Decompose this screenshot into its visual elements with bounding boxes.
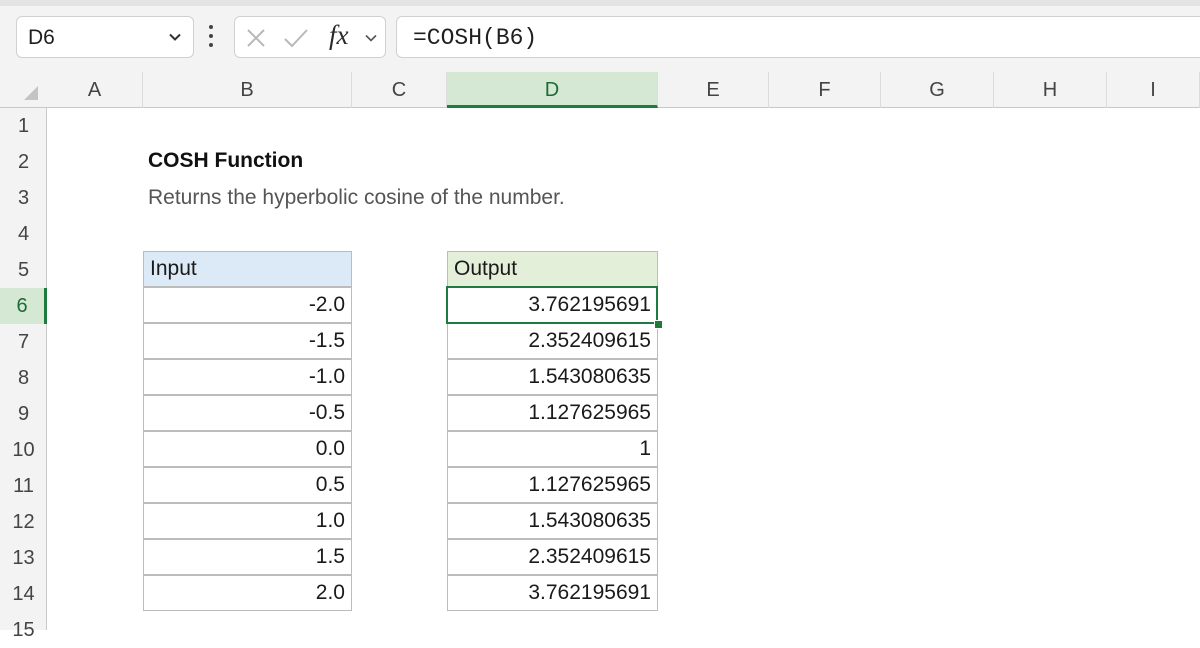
- row-header-7[interactable]: 7: [0, 324, 47, 360]
- output-cell[interactable]: 1: [447, 431, 658, 467]
- output-header-cell[interactable]: Output: [447, 251, 658, 287]
- row-header-3[interactable]: 3: [0, 180, 47, 216]
- output-cell[interactable]: 2.352409615: [447, 539, 658, 575]
- output-cell[interactable]: 1.543080635: [447, 359, 658, 395]
- more-options-icon[interactable]: [208, 22, 214, 52]
- row-header-14[interactable]: 14: [0, 576, 47, 612]
- input-cell[interactable]: -1.5: [143, 323, 352, 359]
- insert-function-button[interactable]: fx: [329, 20, 349, 51]
- ribbon-edge: [0, 0, 1200, 6]
- column-header-h[interactable]: H: [994, 72, 1107, 108]
- input-cell[interactable]: 1.5: [143, 539, 352, 575]
- row-header-5[interactable]: 5: [0, 252, 47, 288]
- row-header-9[interactable]: 9: [0, 396, 47, 432]
- input-cell[interactable]: 0.5: [143, 467, 352, 503]
- cancel-icon[interactable]: [245, 27, 267, 49]
- row-header-8[interactable]: 8: [0, 360, 47, 396]
- column-header-g[interactable]: G: [881, 72, 994, 108]
- formula-controls: fx: [234, 16, 386, 58]
- row-header-2[interactable]: 2: [0, 144, 47, 180]
- row-header-10[interactable]: 10: [0, 432, 47, 468]
- input-cell[interactable]: -1.0: [143, 359, 352, 395]
- input-cell[interactable]: -0.5: [143, 395, 352, 431]
- row-header-15[interactable]: 15: [0, 612, 47, 648]
- column-header-a[interactable]: A: [47, 72, 143, 108]
- column-header-b[interactable]: B: [143, 72, 352, 108]
- sheet-subtitle[interactable]: Returns the hyperbolic cosine of the num…: [148, 186, 565, 210]
- input-header-cell[interactable]: Input: [143, 251, 352, 287]
- output-cell[interactable]: 3.762195691: [447, 575, 658, 611]
- input-cell[interactable]: -2.0: [143, 287, 352, 323]
- chevron-down-icon[interactable]: [363, 30, 379, 46]
- row-header-6[interactable]: 6: [0, 288, 47, 324]
- checkmark-icon[interactable]: [283, 27, 309, 49]
- input-cell[interactable]: 1.0: [143, 503, 352, 539]
- column-header-e[interactable]: E: [658, 72, 769, 108]
- row-header-11[interactable]: 11: [0, 468, 47, 504]
- output-cell[interactable]: 1.543080635: [447, 503, 658, 539]
- column-header-f[interactable]: F: [769, 72, 881, 108]
- active-cell-border: [446, 286, 658, 324]
- column-header-c[interactable]: C: [352, 72, 447, 108]
- output-cell[interactable]: 1.127625965: [447, 395, 658, 431]
- input-cell[interactable]: 0.0: [143, 431, 352, 467]
- row-header-12[interactable]: 12: [0, 504, 47, 540]
- formula-bar: D6 fx =COSH(B6): [0, 0, 1200, 72]
- chevron-down-icon[interactable]: [167, 29, 183, 45]
- fill-handle[interactable]: [654, 320, 663, 329]
- column-header-i[interactable]: I: [1107, 72, 1200, 108]
- row-header-13[interactable]: 13: [0, 540, 47, 576]
- output-cell[interactable]: 2.352409615: [447, 323, 658, 359]
- sheet-title[interactable]: COSH Function: [148, 149, 303, 173]
- input-cell[interactable]: 2.0: [143, 575, 352, 611]
- column-header-d[interactable]: D: [447, 72, 658, 108]
- row-header-4[interactable]: 4: [0, 216, 47, 252]
- output-cell[interactable]: 1.127625965: [447, 467, 658, 503]
- select-all-icon[interactable]: [0, 72, 47, 108]
- name-box[interactable]: D6: [16, 16, 194, 58]
- row-header-1[interactable]: 1: [0, 108, 47, 144]
- formula-input[interactable]: =COSH(B6): [396, 16, 1200, 58]
- name-box-value: D6: [28, 26, 55, 49]
- formula-text: =COSH(B6): [413, 25, 538, 51]
